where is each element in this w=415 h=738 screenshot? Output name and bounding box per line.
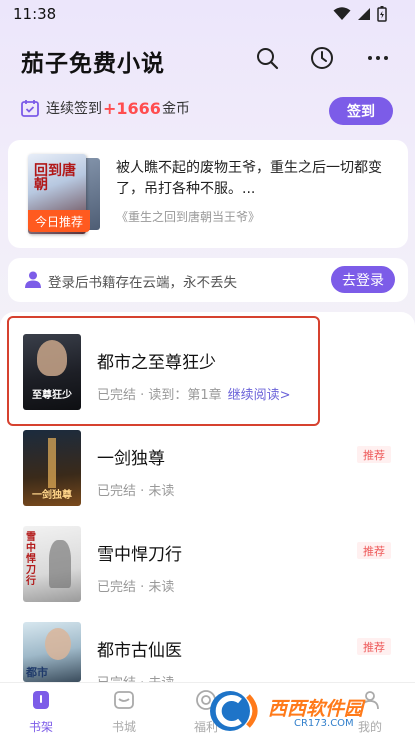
- wifi-icon: [333, 7, 351, 20]
- bookstore-icon: [114, 691, 134, 709]
- book-cover: 一剑独尊: [23, 430, 81, 506]
- book-cover: 雪中悍刀行: [23, 526, 81, 602]
- checkin-prefix: 连续签到: [46, 101, 102, 117]
- search-icon[interactable]: [253, 44, 281, 72]
- signal-icon: [358, 8, 370, 20]
- cover-text: 回到唐朝: [34, 163, 76, 193]
- login-button[interactable]: 去登录: [331, 266, 395, 293]
- book-title: 一剑独尊: [97, 449, 165, 469]
- book-cover-text: 都市: [26, 666, 48, 679]
- login-prompt-text: 登录后书籍存在云端，永不丢失: [48, 275, 237, 291]
- book-title: 雪中悍刀行: [97, 545, 182, 565]
- app-title: 茄子免费小说: [21, 51, 165, 77]
- nav-label: 书城: [111, 720, 136, 734]
- nav-bookshelf[interactable]: 书架: [11, 689, 71, 735]
- book-title: 都市古仙医: [97, 641, 182, 661]
- book-cover-text: 雪中悍刀行: [26, 532, 36, 587]
- status-icons: [333, 6, 387, 22]
- book-item[interactable]: 雪中悍刀行 雪中悍刀行 已完结 · 未读 推荐: [0, 518, 415, 614]
- book-cover-text: 一剑独尊: [32, 490, 72, 501]
- checkin-amount: +1666: [103, 98, 161, 118]
- daily-recommend-description: 被人瞧不起的废物王爷，重生之后一切都变了，吊打各种不服。...: [116, 160, 382, 197]
- status-bar: 11:38: [0, 0, 415, 30]
- bookshelf-icon: [33, 691, 49, 709]
- book-cover: 都市: [23, 622, 81, 682]
- nav-bookstore[interactable]: 书城: [94, 689, 154, 735]
- checkin-button[interactable]: 签到: [329, 97, 393, 125]
- user-icon: [25, 271, 41, 288]
- checkin-info: 连续签到 +1666 金币: [20, 98, 190, 118]
- recommend-tag: 推荐: [357, 446, 391, 463]
- history-icon[interactable]: [308, 44, 336, 72]
- more-icon[interactable]: [364, 44, 392, 72]
- status-time: 11:38: [13, 5, 57, 23]
- checkin-suffix: 金币: [161, 101, 190, 117]
- recommend-tag: 推荐: [357, 638, 391, 655]
- daily-recommend-badge: 今日推荐: [28, 210, 90, 232]
- book-meta: 已完结 · 未读: [97, 484, 175, 499]
- watermark-text: 西西软件园: [268, 698, 364, 720]
- nav-label: 书架: [28, 720, 53, 734]
- battery-icon: [377, 6, 387, 22]
- calendar-check-icon: [21, 100, 39, 117]
- recommend-tag: 推荐: [357, 542, 391, 559]
- daily-recommend-source: 《重生之回到唐朝当王爷》: [116, 210, 261, 224]
- book-item[interactable]: 一剑独尊 一剑独尊 已完结 · 未读 推荐: [0, 422, 415, 518]
- book-meta: 已完结 · 未读: [97, 580, 175, 595]
- watermark-subtext: CR173.COM: [294, 718, 354, 729]
- selection-highlight: [7, 316, 320, 426]
